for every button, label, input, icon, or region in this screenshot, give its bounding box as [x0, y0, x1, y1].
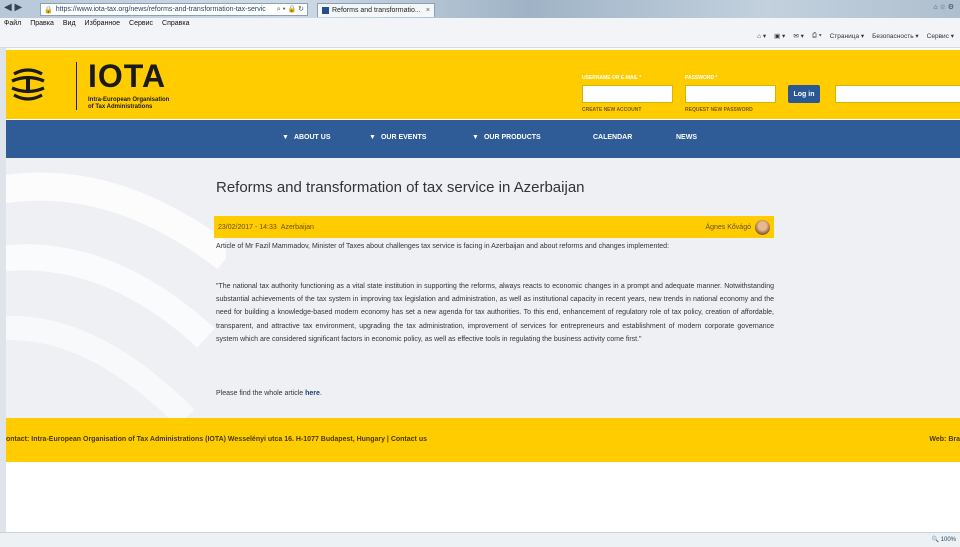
command-bar: ⌂ ▾ ▣ ▾ ✉ ▾ ⎙ ▾ Страница ▾ Безопасность …: [757, 32, 954, 40]
feeds-icon[interactable]: ▣ ▾: [774, 32, 785, 40]
zoom-value: 100%: [940, 537, 956, 543]
password-input[interactable]: [685, 85, 776, 103]
nav-about-us[interactable]: ▼ ABOUT US: [282, 134, 331, 141]
nav-calendar[interactable]: CALENDAR: [593, 134, 632, 141]
tab-title: Reforms and transformatio...: [332, 7, 421, 14]
menu-edit[interactable]: Правка: [30, 20, 54, 27]
logo-subtitle-line1: Intra-European Organisation: [88, 97, 170, 103]
create-account-link[interactable]: CREATE NEW ACCOUNT: [582, 107, 641, 113]
article-tag-link[interactable]: Azerbaijan: [281, 224, 314, 231]
login-button[interactable]: Log in: [788, 85, 820, 103]
logo-separator: [76, 62, 77, 110]
nav-our-events-label: OUR EVENTS: [380, 134, 427, 141]
menu-tools[interactable]: Сервис: [129, 20, 153, 27]
avatar: [755, 219, 770, 235]
close-icon[interactable]: ×: [426, 7, 430, 14]
nav-our-products-label: OUR PRODUCTS: [483, 134, 541, 141]
zoom-level[interactable]: 🔍 100%: [932, 536, 957, 543]
tool-service[interactable]: Сервис ▾: [927, 32, 954, 40]
username-input[interactable]: [582, 85, 673, 103]
main-nav: ▼ ABOUT US ▼ OUR EVENTS ▼ OUR PRODUCTS CALE…: [6, 120, 960, 158]
favicon-icon: [322, 7, 329, 14]
home-icon[interactable]: ⌂ ▾: [757, 32, 766, 40]
back-forward-icon[interactable]: ◀ ▶: [4, 2, 22, 13]
find-prefix: Please find the whole article: [216, 390, 306, 397]
article-author[interactable]: Ágnes Kővágó: [705, 224, 751, 231]
article-intro: Article of Mr Fazil Mammadov, Minister o…: [216, 243, 670, 250]
find-suffix: .: [319, 390, 322, 397]
article-find-line: Please find the whole article here.: [216, 387, 774, 400]
request-password-link[interactable]: REQUEST NEW PASSWORD: [685, 107, 753, 113]
menu-file[interactable]: Файл: [4, 20, 21, 27]
triangle-down-icon: ▼: [282, 134, 289, 141]
footer-web[interactable]: Web: Bra: [929, 436, 960, 443]
article-here-link[interactable]: here: [305, 390, 320, 397]
address-controls-icon[interactable]: ⌕ ▾ 🔒 ↻: [274, 5, 307, 14]
username-label: USERNAME OR E-MAIL *: [582, 75, 642, 81]
triangle-down-icon: ▼: [369, 134, 376, 141]
background-swirl: [6, 172, 226, 418]
browser-tab[interactable]: Reforms and transformatio... ×: [317, 3, 435, 17]
address-bar[interactable]: 🔒 https://www.iota-tax.org/news/reforms-…: [40, 3, 308, 16]
menu-favorites[interactable]: Избранное: [85, 20, 120, 27]
logo-subtitle: Intra-European Organisation of Tax Admin…: [88, 97, 169, 111]
iota-logo-icon[interactable]: [8, 64, 48, 104]
menu-items: Файл Правка Вид Избранное Сервис Справка: [4, 20, 189, 27]
article-meta-bar: 23/02/2017 - 14:33 Azerbaijan Ágnes Kővá…: [214, 216, 774, 238]
lock-icon: 🔒: [44, 6, 53, 14]
footer-contact: ontact: Intra-European Organisation of T…: [6, 436, 427, 443]
menu-help[interactable]: Справка: [162, 20, 189, 27]
page-bottom-space: [6, 462, 960, 532]
nav-about-us-label: ABOUT US: [293, 134, 331, 141]
mail-icon[interactable]: ✉ ▾: [793, 32, 804, 40]
article-quote: "The national tax authority functioning …: [216, 283, 774, 343]
search-input[interactable]: [835, 85, 960, 103]
print-icon[interactable]: ⎙ ▾: [812, 32, 822, 40]
status-bar: 🔍 100%: [0, 532, 960, 547]
nav-our-events[interactable]: ▼ OUR EVENTS: [369, 134, 426, 141]
window-controls-icon[interactable]: ⌂ ☆ ⚙: [933, 3, 954, 11]
nav-news[interactable]: NEWS: [676, 134, 697, 141]
site-footer: ontact: Intra-European Organisation of T…: [6, 418, 960, 462]
password-label: PASSWORD *: [685, 75, 718, 81]
tool-security[interactable]: Безопасность ▾: [872, 32, 919, 40]
page-title: Reforms and transformation of tax servic…: [216, 179, 585, 196]
menu-view[interactable]: Вид: [63, 20, 76, 27]
logo-subtitle-line2: of Tax Administrations: [88, 104, 153, 110]
logo-title[interactable]: IOTA: [88, 58, 166, 95]
nav-our-products[interactable]: ▼ OUR PRODUCTS: [472, 134, 541, 141]
browser-tab-bar: ◀ ▶ 🔒 https://www.iota-tax.org/news/refo…: [0, 0, 960, 18]
tool-page[interactable]: Страница ▾: [830, 32, 865, 40]
article-date: 23/02/2017 - 14:33: [218, 223, 277, 231]
triangle-down-icon: ▼: [472, 134, 479, 141]
zoom-icon: 🔍: [931, 537, 941, 543]
address-url: https://www.iota-tax.org/news/reforms-an…: [55, 6, 266, 13]
